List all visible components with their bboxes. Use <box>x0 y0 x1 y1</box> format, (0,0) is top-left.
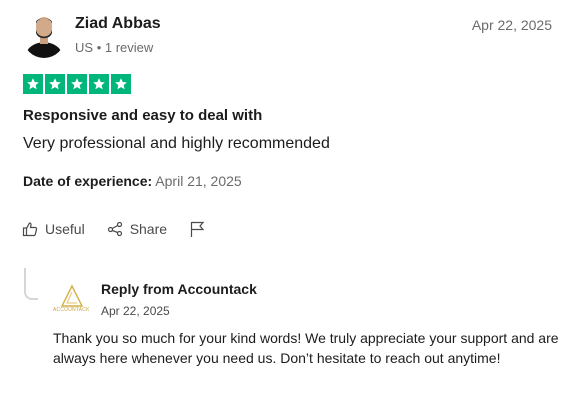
reply-connector <box>24 268 38 300</box>
experience-label: Date of experience: <box>23 173 153 189</box>
star-icon <box>111 74 131 94</box>
reviewer-country: US <box>75 40 94 55</box>
date-of-experience: Date of experience: April 21, 2025 <box>23 173 242 189</box>
review-body: Very professional and highly recommended <box>23 135 330 152</box>
review-title[interactable]: Responsive and easy to deal with <box>23 107 262 124</box>
review-actions: Useful Share <box>22 220 234 238</box>
reviewer-meta: US • 1 review <box>75 40 153 55</box>
useful-label: Useful <box>45 221 85 237</box>
accountack-logo-text: ACCOUNTACK <box>53 307 90 313</box>
star-rating <box>23 74 131 94</box>
star-icon <box>23 74 43 94</box>
thumbs-up-icon <box>22 222 38 237</box>
star-icon <box>45 74 65 94</box>
review-date: Apr 22, 2025 <box>471 17 552 33</box>
star-icon <box>89 74 109 94</box>
report-button[interactable] <box>189 220 212 238</box>
reviewer-review-count: 1 review <box>104 40 154 55</box>
share-button[interactable]: Share <box>107 221 167 237</box>
useful-button[interactable]: Useful <box>22 221 85 237</box>
share-icon <box>107 221 122 237</box>
reviewer-header: Ziad Abbas US • 1 review Apr 22, 2025 <box>23 12 552 60</box>
flag-icon <box>190 221 205 237</box>
reviewer-avatar[interactable] <box>23 12 65 58</box>
reply-date: Apr 22, 2025 <box>101 304 170 318</box>
reviewer-name[interactable]: Ziad Abbas <box>75 15 161 33</box>
reply-text: Thank you so much for your kind words! W… <box>53 330 559 366</box>
experience-date: April 21, 2025 <box>155 173 242 189</box>
share-label: Share <box>129 221 168 237</box>
meta-separator: • <box>96 40 102 55</box>
reply-from: Reply from Accountack <box>101 281 257 297</box>
star-icon <box>67 74 87 94</box>
